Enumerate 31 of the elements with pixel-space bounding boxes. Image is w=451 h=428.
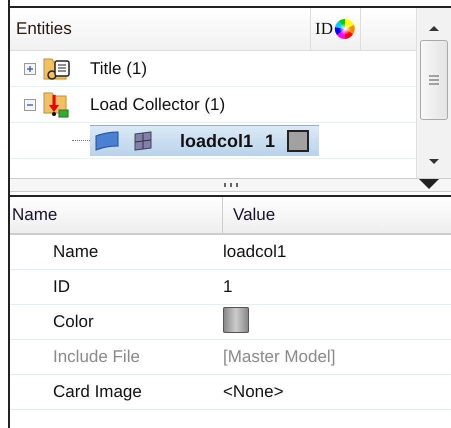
grid-icon — [132, 130, 154, 152]
vertical-scrollbar[interactable] — [416, 8, 451, 178]
property-name: Color — [52, 312, 95, 332]
expander-toggle[interactable] — [24, 98, 36, 110]
property-name: ID — [52, 277, 71, 297]
property-name: Card Image — [52, 382, 143, 402]
scroll-up-icon[interactable] — [428, 24, 440, 32]
scrollbar-thumb[interactable] — [420, 40, 448, 120]
expander-toggle[interactable] — [24, 62, 36, 74]
entity-id: 1 — [265, 130, 276, 152]
grip-icon[interactable] — [224, 183, 238, 187]
property-name: Name — [52, 242, 100, 262]
entities-title: Entities — [15, 19, 73, 39]
column-header[interactable]: Name — [10, 197, 223, 233]
entity-name: loadcol1 — [180, 130, 254, 152]
property-value[interactable]: <None> — [223, 382, 284, 402]
tree-item[interactable]: Load Collector (1) — [88, 94, 228, 116]
tree-item[interactable]: Title (1) — [88, 58, 149, 80]
color-wheel-icon[interactable] — [334, 18, 356, 40]
color-swatch-button[interactable] — [223, 306, 249, 332]
collapse-triangle-icon[interactable] — [419, 179, 439, 189]
color-swatch — [287, 130, 310, 152]
property-name: Include File — [52, 347, 141, 367]
property-value[interactable]: 1 — [223, 277, 232, 297]
scroll-down-icon[interactable] — [428, 158, 440, 166]
property-value[interactable]: loadcol1 — [223, 242, 286, 262]
surface-icon — [94, 130, 120, 152]
id-column-label[interactable]: ID — [315, 19, 333, 39]
column-header[interactable]: Value — [223, 197, 276, 233]
splitter-handle[interactable] — [10, 178, 451, 192]
tree-item-row[interactable]: loadcol1 1 — [90, 125, 320, 156]
